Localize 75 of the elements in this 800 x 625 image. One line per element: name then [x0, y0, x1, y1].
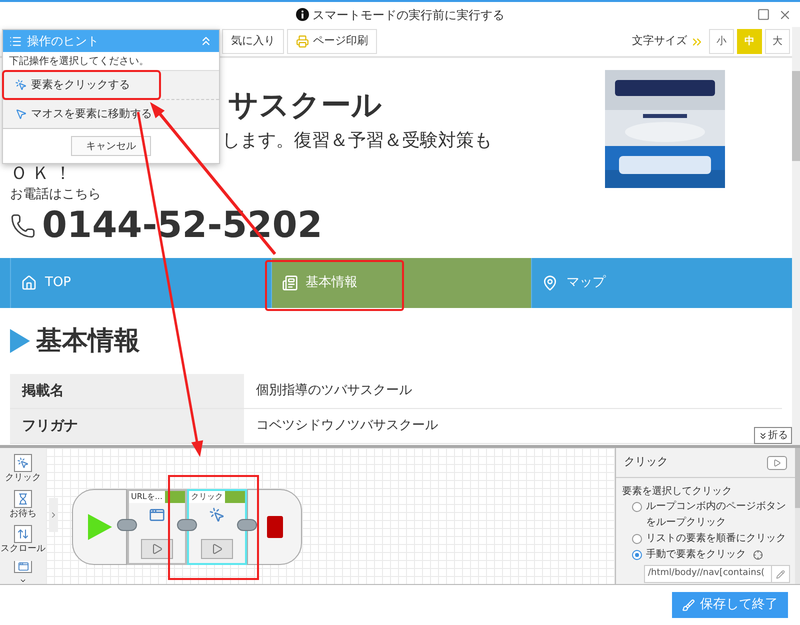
brush-icon [682, 598, 695, 612]
site-subtitle: します。復習＆予習＆受験対策も [222, 129, 492, 153]
favorite-button[interactable]: 気に入り [222, 29, 284, 54]
window-title: スマートモードの実行前に実行する [312, 6, 504, 24]
table-label-cell: フリガナ [10, 409, 244, 443]
radio-option[interactable]: ループコンボ内のページボタンをループクリック [616, 499, 795, 531]
play-icon [151, 543, 163, 555]
panel-title: クリック [624, 454, 668, 470]
phone-icon [10, 213, 36, 239]
nav-icon [282, 275, 298, 291]
radio-button[interactable] [632, 502, 642, 512]
printer-icon [296, 35, 309, 48]
nav-icon [542, 275, 558, 291]
hint-action[interactable]: 要素をクリックする [3, 71, 219, 100]
scroll-down-icon[interactable] [18, 576, 28, 584]
palette-item[interactable]: クリック [5, 454, 41, 486]
cancel-button[interactable]: キャンセル [71, 136, 151, 156]
click-icon [15, 79, 27, 91]
table-cell-text: コベツシドウノツバサスクール [256, 417, 438, 436]
chevrons-icon [758, 430, 768, 440]
nav-icon [21, 275, 37, 291]
site-subtitle: ＯＫ！ [10, 162, 76, 186]
run-button[interactable] [141, 539, 173, 559]
section-heading: 基本情報 [36, 324, 140, 358]
print-button[interactable]: ページ印刷 [287, 29, 377, 54]
window-icon [18, 560, 28, 572]
crosshair-icon[interactable] [753, 550, 763, 560]
fold-button[interactable]: 折る [754, 427, 792, 444]
palette-icon [17, 492, 29, 504]
table-label-cell: 掲載名 [10, 374, 244, 408]
palette-icon [17, 457, 29, 469]
palette-item-icon[interactable] [14, 560, 32, 572]
maximize-icon[interactable] [757, 8, 770, 21]
action-block[interactable]: クリック [187, 489, 247, 565]
list-icon [9, 34, 22, 48]
heading-triangle-icon [10, 329, 30, 353]
end-block[interactable] [247, 489, 302, 565]
section-label: 要素を選択してクリック [621, 484, 733, 499]
block-title: クリック [189, 491, 225, 503]
run-button[interactable] [767, 456, 787, 470]
play-icon [88, 514, 112, 540]
block-title: URLを... [129, 491, 164, 503]
phone-label: お電話はこちら [10, 186, 101, 204]
click-icon [209, 507, 225, 523]
connector-plug [117, 519, 137, 531]
scrollbar-thumb[interactable] [792, 71, 800, 161]
font-size-label: 文字サイズ [632, 33, 687, 50]
font-size-button[interactable]: 大 [765, 29, 790, 54]
browser-icon [149, 507, 165, 523]
radio-button[interactable] [632, 534, 642, 544]
action-block[interactable]: URLを... [127, 489, 187, 565]
palette-item[interactable]: スクロール [0, 525, 46, 556]
xpath-field[interactable]: /html/body//nav[contains( [644, 565, 790, 583]
connector-plug [177, 519, 197, 531]
hint-action[interactable]: マオスを要素に移動する [3, 100, 219, 129]
popup-title: 操作のヒント [27, 33, 99, 50]
play-icon [211, 543, 223, 555]
palette-icon [17, 528, 29, 540]
radio-button[interactable] [632, 550, 642, 560]
stop-icon [266, 516, 282, 538]
pointer-icon [15, 108, 27, 120]
table-cell-text: 個別指導のツバサスクール [256, 382, 412, 400]
scrollbar-thumb[interactable] [795, 448, 800, 508]
font-size-button[interactable]: 小 [709, 29, 734, 54]
start-block[interactable] [72, 489, 127, 565]
radio-option[interactable]: リストの要素を順番にクリック [616, 531, 795, 547]
chevron-right-icon [49, 510, 58, 520]
play-icon [773, 458, 781, 466]
palette-item[interactable]: お待ち [10, 490, 36, 521]
info-icon [296, 8, 308, 21]
radio-option[interactable]: 手動で要素をクリック [616, 547, 795, 563]
run-button[interactable] [201, 539, 233, 559]
edit-icon[interactable] [776, 570, 785, 578]
site-title: サスクール [228, 88, 382, 124]
connector-plug [237, 519, 257, 531]
